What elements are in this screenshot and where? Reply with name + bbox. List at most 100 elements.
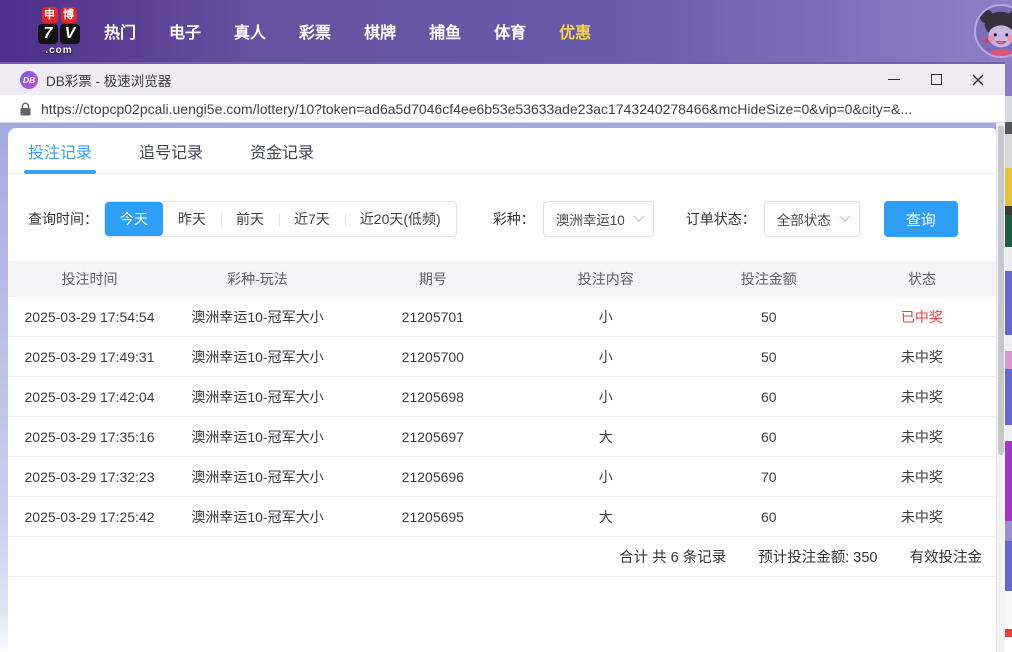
- record-tab[interactable]: 投注记录: [23, 128, 97, 174]
- logo-brand-right: V: [60, 23, 80, 44]
- issue-number-cell: 21205698: [401, 388, 464, 405]
- background-page-fragment: [1005, 637, 1012, 652]
- bet-time-cell: 2025-03-29 17:49:31: [24, 348, 155, 365]
- bet-content-cell: 小: [598, 308, 613, 325]
- status-cell: 未中奖: [900, 508, 943, 525]
- table-header-row: 投注时间 彩种-玩法 期号 投注内容 投注金额 状态: [8, 261, 996, 297]
- bet-content-cell: 小: [598, 468, 613, 485]
- game-type-cell: 澳洲幸运10-冠军大小: [191, 468, 324, 485]
- background-page-fragment: [1005, 62, 1012, 96]
- maximize-icon: [930, 74, 942, 85]
- browser-window: DB DB彩票 - 极速浏览器 https://ctopcp02pcali.ue…: [0, 62, 1005, 652]
- bet-amount-cell: 50: [760, 308, 777, 325]
- lottery-select[interactable]: 澳洲幸运10: [542, 201, 654, 237]
- issue-number-cell: 21205696: [401, 468, 464, 485]
- url-bar[interactable]: https://ctopcp02pcali.uengi5e.com/lotter…: [0, 95, 1005, 123]
- table-row: 2025-03-29 17:54:54 澳洲幸运10-冠军大小 21205701…: [8, 297, 996, 337]
- table-header-cell: 期号: [418, 271, 447, 287]
- issue-number-cell: 21205701: [401, 308, 464, 325]
- logo-domain: .com: [45, 44, 73, 56]
- background-page-fragment: [1005, 521, 1012, 541]
- time-range-option[interactable]: 近7天: [279, 202, 345, 236]
- table-row: 2025-03-29 17:35:16 澳洲幸运10-冠军大小 21205697…: [8, 417, 996, 457]
- nav-item[interactable]: 热门: [104, 19, 136, 43]
- scrollbar-thumb[interactable]: [998, 125, 1004, 455]
- user-avatar[interactable]: [974, 4, 1012, 58]
- screen: { "site_header": { "logo": { "badge_left…: [0, 0, 1012, 652]
- time-range-option[interactable]: 昨天: [163, 202, 221, 236]
- bet-time-cell: 2025-03-29 17:42:04: [24, 388, 155, 405]
- vertical-scrollbar[interactable]: [996, 123, 1005, 652]
- lottery-record-panel: 投注记录 追号记录 资金记录 查询时间： 今天 昨天 前天 近7天 近20天(低频) 彩种：…: [8, 128, 996, 652]
- background-page-fragment: [1005, 215, 1012, 247]
- background-page-fragment: [1005, 122, 1012, 134]
- table-row: 2025-03-29 17:25:42 澳洲幸运10-冠军大小 21205695…: [8, 497, 996, 537]
- table-row: 2025-03-29 17:42:04 澳洲幸运10-冠军大小 21205698…: [8, 377, 996, 417]
- issue-number-cell: 21205697: [401, 428, 464, 445]
- lottery-filter-label: 彩种：: [492, 211, 535, 227]
- bet-amount-cell: 60: [760, 428, 777, 445]
- record-tab[interactable]: 资金记录: [250, 128, 314, 173]
- background-page-fragment: [1005, 629, 1012, 637]
- status-filter-label: 订单状态：: [685, 211, 756, 227]
- nav-item[interactable]: 棋牌: [364, 19, 396, 43]
- record-tabs: 投注记录 追号记录 资金记录: [8, 128, 996, 174]
- table-header-cell: 投注时间: [61, 271, 118, 287]
- window-titlebar: DB DB彩票 - 极速浏览器: [0, 64, 1005, 95]
- bet-amount-cell: 50: [760, 348, 777, 365]
- game-type-cell: 澳洲幸运10-冠军大小: [191, 308, 324, 325]
- table-body: 2025-03-29 17:54:54 澳洲幸运10-冠军大小 21205701…: [8, 297, 996, 537]
- background-page-fragment: [1005, 369, 1012, 425]
- bet-time-cell: 2025-03-29 17:25:42: [24, 508, 155, 525]
- background-page-fragment: [1005, 271, 1012, 335]
- game-type-cell: 澳洲幸运10-冠军大小: [191, 508, 324, 525]
- table-row: 2025-03-29 17:49:31 澳洲幸运10-冠军大小 21205700…: [8, 337, 996, 377]
- order-status-select[interactable]: 全部状态: [763, 201, 860, 237]
- maximize-button[interactable]: [915, 64, 957, 95]
- nav-item[interactable]: 优惠: [559, 19, 591, 43]
- bet-content-cell: 大: [598, 508, 613, 525]
- close-icon: [972, 74, 984, 85]
- logo-badge-right: 博: [60, 6, 77, 23]
- time-range-option[interactable]: 今天: [105, 202, 163, 236]
- background-page-fragment: [1005, 351, 1012, 369]
- browser-viewport: 投注记录 追号记录 资金记录 查询时间： 今天 昨天 前天 近7天 近20天(低频) 彩种：…: [0, 123, 1005, 652]
- time-range-group: 今天 昨天 前天 近7天 近20天(低频): [104, 201, 457, 237]
- background-page-fragment: [1005, 591, 1012, 629]
- site-favicon: DB: [20, 70, 38, 89]
- search-button[interactable]: 查询: [883, 201, 958, 237]
- avatar-illustration: [976, 6, 1012, 56]
- logo-brand: 7 V: [38, 23, 80, 44]
- site-logo[interactable]: 申 博 7 V .com: [38, 6, 80, 56]
- minimize-icon: [888, 78, 900, 81]
- status-cell: 已中奖: [900, 308, 943, 325]
- nav-item[interactable]: 体育: [494, 19, 526, 43]
- nav-item[interactable]: 真人: [234, 19, 266, 43]
- nav-item[interactable]: 彩票: [299, 19, 331, 43]
- lottery-select-value: 澳洲幸运10: [555, 213, 625, 228]
- bet-time-cell: 2025-03-29 17:32:23: [24, 468, 155, 485]
- record-tab[interactable]: 追号记录: [139, 128, 203, 173]
- status-cell: 未中奖: [900, 348, 943, 365]
- nav-item[interactable]: 捕鱼: [429, 19, 461, 43]
- time-range-option[interactable]: 近20天(低频): [344, 202, 456, 236]
- background-page-fragment: [1005, 425, 1012, 441]
- background-page-fragment: [1005, 206, 1012, 215]
- summary-record-count: 合计 共 6 条记录: [619, 550, 727, 566]
- summary-row: 合计 共 6 条记录 预计投注金额: 350 有效投注金: [8, 537, 996, 577]
- logo-badge-left: 申: [41, 6, 58, 23]
- close-button[interactable]: [957, 64, 999, 95]
- minimize-button[interactable]: [873, 64, 915, 95]
- logo-brand-left: 7: [38, 23, 58, 44]
- game-type-cell: 澳洲幸运10-冠军大小: [191, 428, 324, 445]
- logo-badges: 申 博: [41, 6, 77, 23]
- time-range-option[interactable]: 前天: [221, 202, 279, 236]
- game-type-cell: 澳洲幸运10-冠军大小: [191, 388, 324, 405]
- background-page-fragment: [1005, 335, 1012, 351]
- window-controls: [873, 64, 1005, 95]
- table-header-cell: 投注金额: [740, 271, 797, 287]
- lock-icon[interactable]: [20, 102, 31, 116]
- nav-item[interactable]: 电子: [169, 19, 201, 43]
- url-text: https://ctopcp02pcali.uengi5e.com/lotter…: [41, 100, 912, 117]
- bet-content-cell: 大: [598, 428, 613, 445]
